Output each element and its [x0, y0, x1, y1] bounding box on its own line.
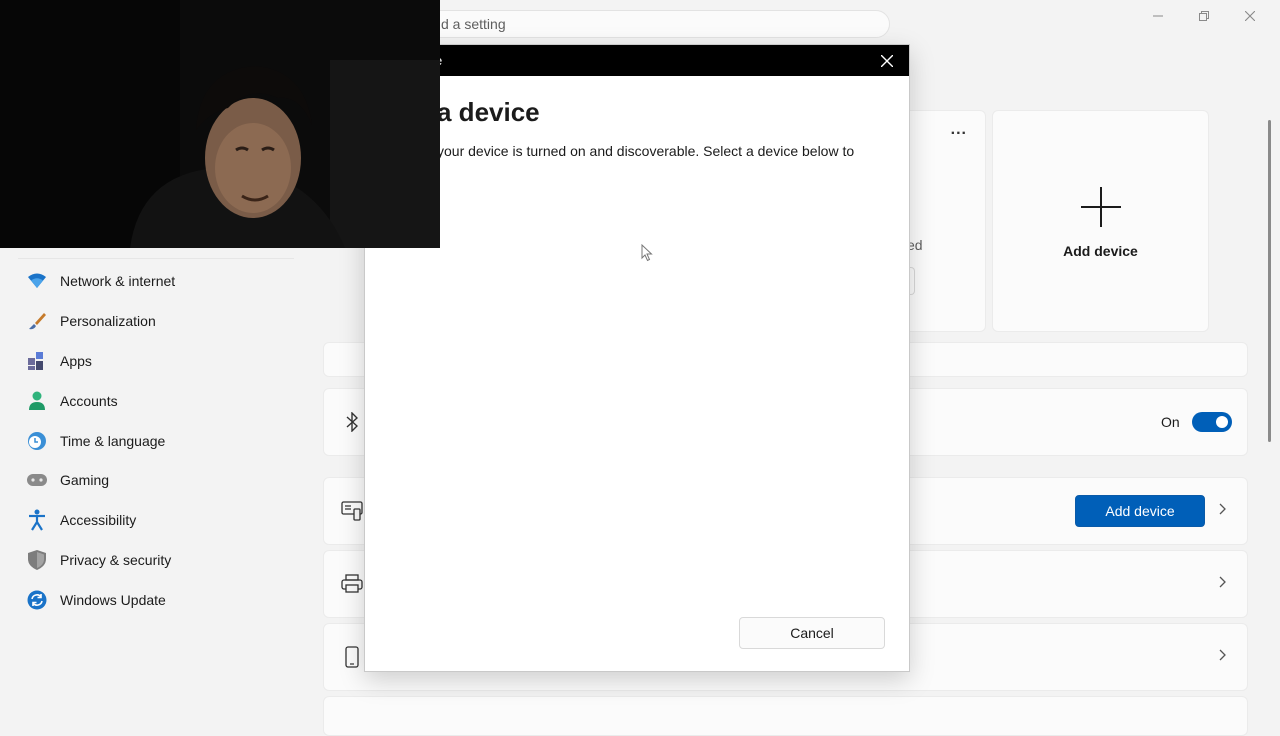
minimize-icon: [1153, 15, 1163, 17]
restore-icon: [1199, 11, 1209, 21]
accessibility-icon: [26, 509, 48, 531]
sidebar-item-label: Personalization: [60, 313, 156, 329]
sidebar-item-label: Privacy & security: [60, 552, 172, 568]
sidebar-item-personalization[interactable]: Personalization: [18, 303, 294, 339]
brush-icon: [26, 310, 48, 332]
dialog-close-button[interactable]: [877, 51, 897, 71]
settings-search-input[interactable]: d a setting: [420, 10, 890, 38]
update-icon: [26, 589, 48, 611]
wifi-icon: [26, 270, 48, 292]
close-window-button[interactable]: [1227, 6, 1273, 26]
sidebar-item-label: Time & language: [60, 433, 166, 449]
sidebar-item-bluetooth-devices-partial[interactable]: [18, 248, 294, 259]
minimize-button[interactable]: [1135, 6, 1181, 26]
shield-icon: [26, 549, 48, 571]
bluetooth-toggle[interactable]: [1192, 412, 1232, 432]
sidebar-item-privacy-security[interactable]: Privacy & security: [18, 542, 294, 578]
add-device-dialog: e a device your device is turned on and …: [364, 44, 910, 672]
sidebar-item-label: Gaming: [60, 472, 110, 488]
sidebar-item-accounts[interactable]: Accounts: [18, 383, 294, 419]
sidebar-item-label: Windows Update: [60, 592, 166, 608]
more-options-button[interactable]: ...: [951, 121, 967, 139]
sidebar-item-label: Accounts: [60, 393, 118, 409]
close-icon: [881, 55, 893, 67]
dialog-description: your device is turned on and discoverabl…: [437, 143, 855, 159]
apps-icon: [26, 350, 48, 372]
add-device-button[interactable]: Add device: [1075, 495, 1205, 527]
cancel-button[interactable]: Cancel: [739, 617, 885, 649]
dialog-heading: a device: [437, 97, 540, 127]
sidebar-item-time-language[interactable]: Time & language: [18, 423, 294, 459]
phone-icon: [340, 645, 364, 669]
sidebar-item-apps[interactable]: Apps: [18, 343, 294, 379]
sidebar-item-label: Apps: [60, 353, 92, 369]
webcam-person-image: [0, 0, 440, 248]
sidebar-item-label: Network & internet: [60, 273, 176, 289]
add-device-tile[interactable]: Add device: [992, 110, 1209, 332]
bluetooth-icon: [340, 410, 364, 434]
restore-button[interactable]: [1181, 6, 1227, 26]
sidebar-item-network[interactable]: Network & internet: [18, 263, 294, 299]
chevron-right-icon: [1219, 648, 1227, 666]
settings-row-partial[interactable]: [323, 696, 1248, 736]
gamepad-icon: [26, 469, 48, 491]
sidebar-item-gaming[interactable]: Gaming: [18, 462, 294, 498]
bluetooth-state-label: On: [1161, 414, 1180, 430]
webcam-overlay: [0, 0, 440, 248]
keyboard-devices-icon: [340, 499, 364, 523]
search-placeholder: d a setting: [441, 16, 506, 32]
add-device-tile-label: Add device: [1063, 243, 1138, 259]
plus-icon: [1081, 187, 1121, 227]
person-icon: [26, 390, 48, 412]
chevron-right-icon: [1219, 575, 1227, 593]
dialog-titlebar: e: [365, 45, 909, 76]
sidebar-item-label: Accessibility: [60, 512, 137, 528]
sidebar-item-windows-update[interactable]: Windows Update: [18, 582, 294, 618]
close-icon: [1245, 11, 1255, 21]
chevron-right-icon: [1219, 502, 1227, 520]
globe-clock-icon: [26, 430, 48, 452]
mouse-cursor-icon: [641, 244, 653, 262]
sidebar-item-accessibility[interactable]: Accessibility: [18, 502, 294, 538]
page-scrollbar[interactable]: [1268, 120, 1271, 442]
printer-icon: [340, 572, 364, 596]
